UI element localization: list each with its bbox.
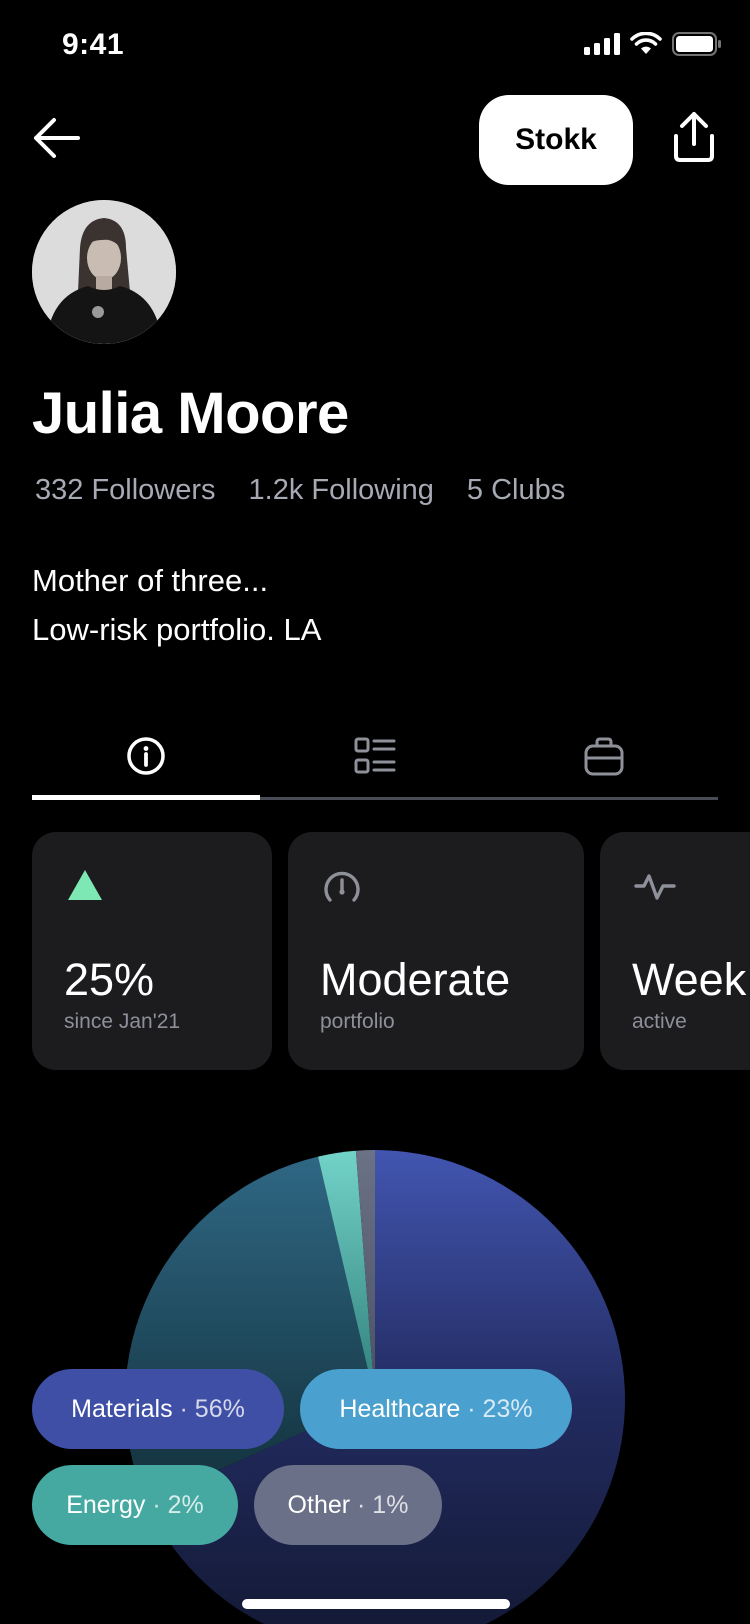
home-indicator [242, 1599, 510, 1609]
card-value: 25% [64, 954, 155, 1005]
legend-label: Healthcare [339, 1394, 461, 1423]
wifi-icon [630, 32, 662, 54]
card-value: Week [632, 954, 747, 1005]
legend-label: Energy [66, 1490, 146, 1519]
stat-card-activity[interactable]: Week active [600, 832, 750, 1070]
followers-count[interactable]: 332 Followers [35, 474, 216, 507]
gauge-icon [324, 871, 360, 902]
clubs-count[interactable]: 5 Clubs [467, 474, 565, 507]
arrow-left-icon [34, 118, 80, 158]
bio-line: Low-risk portfolio. LA [32, 612, 322, 647]
status-bar: 9:41 [0, 0, 750, 90]
briefcase-icon [584, 737, 624, 776]
stat-card-return[interactable]: 25% since Jan'21 [32, 832, 272, 1070]
legend-percent: · 2% [152, 1490, 204, 1519]
share-icon [674, 112, 714, 162]
legend-percent: · 23% [467, 1394, 533, 1423]
tab-info[interactable] [32, 736, 260, 800]
legend-percent: · 56% [179, 1394, 245, 1423]
tab-list[interactable] [261, 736, 489, 800]
following-count[interactable]: 1.2k Following [249, 474, 434, 507]
list-icon [354, 737, 396, 774]
legend-percent: · 1% [357, 1490, 409, 1519]
card-value: Moderate [320, 954, 511, 1005]
tab-portfolio[interactable] [490, 736, 718, 800]
profile-name: Julia Moore [32, 381, 349, 446]
legend-label: Other [287, 1490, 351, 1519]
avatar [32, 200, 176, 344]
share-button[interactable] [668, 110, 720, 166]
info-icon [127, 737, 165, 775]
card-subtitle: since Jan'21 [64, 1010, 181, 1033]
tab-active-indicator [32, 795, 260, 800]
battery-icon [672, 32, 721, 56]
avatar-photo [32, 200, 176, 344]
status-icons [584, 32, 722, 56]
profile-stats: 332 Followers 1.2k Following 5 Clubs [35, 474, 565, 507]
card-subtitle: portfolio [320, 1010, 395, 1033]
back-button[interactable] [30, 112, 82, 164]
cellular-signal-icon [584, 33, 620, 55]
profile-bio: Mother of three... Low-risk portfolio. L… [32, 556, 321, 654]
stokk-button[interactable]: Stokk [479, 95, 633, 185]
stat-card-risk[interactable]: Moderate portfolio [288, 832, 584, 1070]
legend-label: Materials [71, 1394, 173, 1423]
profile-tabs [32, 736, 718, 800]
legend-chip-other[interactable]: Other · 1% [254, 1465, 442, 1545]
status-time: 9:41 [62, 28, 125, 61]
legend-chip-healthcare[interactable]: Healthcare · 23% [300, 1369, 572, 1449]
legend-chip-energy[interactable]: Energy · 2% [32, 1465, 238, 1545]
triangle-up-icon [68, 870, 102, 900]
activity-icon [634, 874, 676, 900]
legend-chip-materials[interactable]: Materials · 56% [32, 1369, 284, 1449]
card-subtitle: active [632, 1010, 687, 1033]
bio-line: Mother of three... [32, 563, 269, 598]
